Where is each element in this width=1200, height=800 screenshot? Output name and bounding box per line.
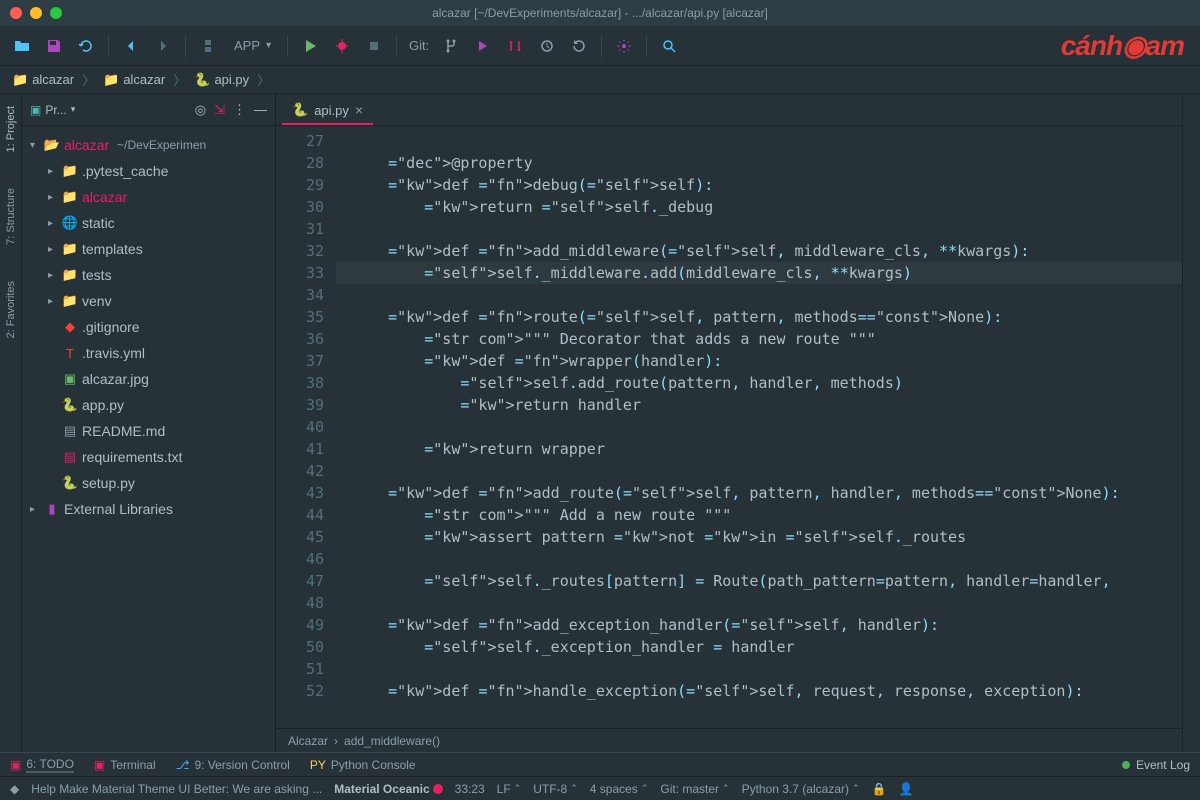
python-console-tab[interactable]: PYPython Console	[310, 758, 416, 772]
git-commit-icon[interactable]	[469, 32, 497, 60]
code-editor[interactable]: 2728293031323334353637383940414243444546…	[276, 126, 1182, 728]
maximize-window-button[interactable]	[50, 7, 62, 19]
project-tool-tab[interactable]: 1: Project	[3, 102, 19, 156]
status-message: Help Make Material Theme UI Better: We a…	[31, 782, 322, 796]
tab-label: api.py	[314, 103, 349, 118]
tips-icon[interactable]: ◆	[10, 782, 19, 796]
editor-breadcrumb: Alcazar › add_middleware()	[276, 728, 1182, 752]
version-control-tab[interactable]: ⎇9: Version Control	[176, 758, 290, 772]
event-log-button[interactable]: Event Log	[1122, 758, 1190, 772]
bottom-tool-tabs: ▣6: TODO ▣Terminal ⎇9: Version Control P…	[0, 752, 1200, 776]
run-config-selector[interactable]: APP ▾	[226, 36, 279, 55]
project-sidebar: ▣ Pr... ▾ ◎ ⇲ ⋮ — ▾ 📂 alcazar ~/DevExper…	[22, 94, 276, 752]
chevron-down-icon: ▾	[266, 40, 271, 51]
tree-item[interactable]: ▤README.md	[22, 418, 275, 444]
interpreter-selector[interactable]: Python 3.7 (alcazar) ⌃	[742, 782, 860, 796]
window-title: alcazar [~/DevExperiments/alcazar] - ...…	[432, 6, 768, 20]
breadcrumb-item[interactable]: 📁alcazar	[12, 72, 74, 88]
close-icon[interactable]: ×	[355, 102, 363, 118]
close-window-button[interactable]	[10, 7, 22, 19]
git-branch-icon[interactable]	[437, 32, 465, 60]
tree-item[interactable]: 🐍setup.py	[22, 470, 275, 496]
project-view-selector[interactable]: ▣ Pr... ▾	[30, 103, 75, 117]
lock-icon[interactable]: 🔒	[872, 782, 887, 796]
tree-external-libs[interactable]: ▸ ▮ External Libraries	[22, 496, 275, 522]
tree-root[interactable]: ▾ 📂 alcazar ~/DevExperimen	[22, 132, 275, 158]
structure-tool-tab[interactable]: 7: Structure	[3, 184, 19, 249]
tree-item[interactable]: ▤requirements.txt	[22, 444, 275, 470]
git-history-icon[interactable]	[533, 32, 561, 60]
tree-item[interactable]: ▸📁.pytest_cache	[22, 158, 275, 184]
right-gutter	[1182, 94, 1200, 752]
left-tool-gutter: 1: Project 7: Structure 2: Favorites	[0, 94, 22, 752]
tree-item[interactable]: ▸📁tests	[22, 262, 275, 288]
tree-item[interactable]: ▸📁templates	[22, 236, 275, 262]
indent-selector[interactable]: 4 spaces ⌃	[590, 782, 649, 796]
git-branch-indicator[interactable]: Git: master ⌃	[660, 782, 729, 796]
debug-icon[interactable]	[328, 32, 356, 60]
search-icon[interactable]	[655, 32, 683, 60]
settings-icon[interactable]	[610, 32, 638, 60]
tree-item[interactable]: ▣alcazar.jpg	[22, 366, 275, 392]
encoding-selector[interactable]: UTF-8 ⌃	[533, 782, 578, 796]
breadcrumb-item[interactable]: 📁alcazar	[103, 72, 165, 88]
favorites-tool-tab[interactable]: 2: Favorites	[3, 277, 19, 342]
breadcrumb: 📁alcazar 〉 📁alcazar 〉 🐍api.py 〉	[0, 66, 1200, 94]
terminal-tab[interactable]: ▣Terminal	[94, 758, 156, 772]
logo: cánh◉am	[1061, 29, 1184, 62]
theme-indicator[interactable]: Material Oceanic	[334, 782, 442, 796]
collapse-icon[interactable]: ⇲	[214, 102, 225, 118]
refresh-icon[interactable]	[72, 32, 100, 60]
git-revert-icon[interactable]	[565, 32, 593, 60]
editor-tab[interactable]: 🐍 api.py ×	[282, 97, 373, 125]
minimize-icon[interactable]: —	[254, 102, 267, 117]
tree-item[interactable]: T.travis.yml	[22, 340, 275, 366]
git-compare-icon[interactable]	[501, 32, 529, 60]
run-icon[interactable]	[296, 32, 324, 60]
statusbar: ◆ Help Make Material Theme UI Better: We…	[0, 776, 1200, 800]
todo-tab[interactable]: ▣6: TODO	[10, 757, 74, 773]
target-icon[interactable]: ◎	[195, 102, 206, 118]
git-label: Git:	[409, 38, 429, 53]
tree-item[interactable]: ▸🌐static	[22, 210, 275, 236]
tree-item[interactable]: 🐍app.py	[22, 392, 275, 418]
chevron-right-icon: 〉	[257, 70, 270, 89]
python-icon[interactable]	[194, 32, 222, 60]
chevron-right-icon: 〉	[173, 70, 186, 89]
chevron-right-icon: 〉	[82, 70, 95, 89]
tree-item[interactable]: ▸📁venv	[22, 288, 275, 314]
cursor-position[interactable]: 33:23	[455, 782, 485, 796]
stop-icon[interactable]	[360, 32, 388, 60]
project-tree: ▾ 📂 alcazar ~/DevExperimen ▸📁.pytest_cac…	[22, 126, 275, 752]
python-icon: 🐍	[292, 102, 308, 118]
minimize-window-button[interactable]	[30, 7, 42, 19]
editor-area: 🐍 api.py × 27282930313233343536373839404…	[276, 94, 1182, 752]
line-number-gutter: 2728293031323334353637383940414243444546…	[276, 126, 336, 728]
run-config-label: APP	[234, 38, 260, 53]
tree-item[interactable]: ▸📁alcazar	[22, 184, 275, 210]
open-icon[interactable]	[8, 32, 36, 60]
main-toolbar: APP ▾ Git: cánh◉am	[0, 26, 1200, 66]
titlebar: alcazar [~/DevExperiments/alcazar] - ...…	[0, 0, 1200, 26]
save-icon[interactable]	[40, 32, 68, 60]
tree-item[interactable]: ◆.gitignore	[22, 314, 275, 340]
breadcrumb-item[interactable]: 🐍api.py	[194, 72, 249, 88]
editor-tab-bar: 🐍 api.py ×	[276, 94, 1182, 126]
back-icon[interactable]	[117, 32, 145, 60]
forward-icon[interactable]	[149, 32, 177, 60]
more-icon[interactable]: ⋮	[233, 102, 246, 118]
inspector-icon[interactable]: 👤	[898, 782, 913, 796]
line-ending-selector[interactable]: LF ⌃	[497, 782, 522, 796]
